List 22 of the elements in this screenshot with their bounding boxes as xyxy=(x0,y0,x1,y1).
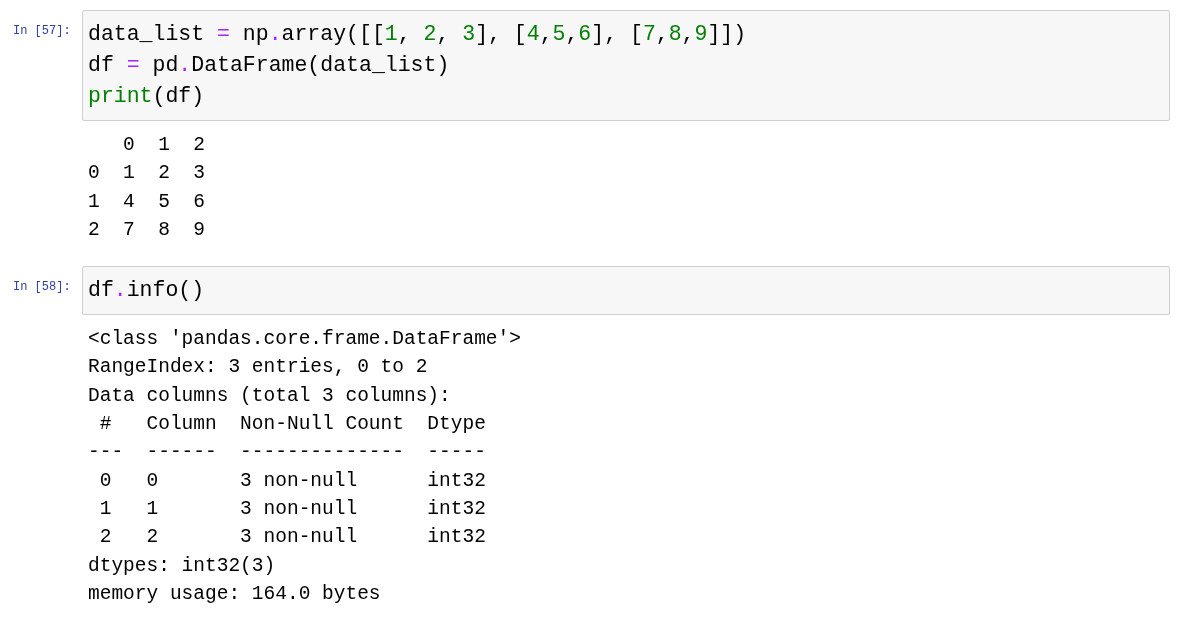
code-cell[interactable]: df.info() xyxy=(82,266,1170,316)
code-cell[interactable]: data_list = np.array([[1, 2, 3], [4,5,6], [7,8,9]]) df = pd.DataFrame(data_list) print(df) xyxy=(82,10,1170,121)
output-line: # Column Non-Null Count Dtype xyxy=(98,412,486,438)
code-line: df.info() xyxy=(88,277,206,305)
output-line: dtypes: int32(3) xyxy=(88,553,276,579)
output-line: 1 1 3 non-null int32 xyxy=(98,496,486,522)
output-line: 0 1 2 3 xyxy=(88,161,206,187)
code-line: print(df) xyxy=(88,83,206,110)
output-line: 0 0 3 non-null int32 xyxy=(98,468,486,494)
output-line: 2 2 3 non-null int32 xyxy=(98,525,486,551)
code-line: df = pd.DataFrame(data_list) xyxy=(88,52,451,79)
output-line: RangeIndex: 3 entries, 0 to 2 xyxy=(88,355,428,381)
input-prompt: In [58]: xyxy=(13,280,71,295)
output-line: 2 7 8 9 xyxy=(88,217,206,243)
code-line: data_list = np.array([[1, 2, 3], [4,5,6], [7,8,9]]) xyxy=(88,21,748,48)
input-prompt: In [57]: xyxy=(13,24,71,38)
output-line: --- ------ -------------- ----- xyxy=(88,440,486,466)
output-line: Data columns (total 3 columns): xyxy=(88,383,451,409)
output-line: <class 'pandas.core.frame.DataFrame'> xyxy=(88,327,521,353)
output-line: memory usage: 164.0 bytes xyxy=(88,581,381,607)
output-line: 0 1 2 xyxy=(122,133,206,158)
output-line: 1 4 5 6 xyxy=(88,189,206,215)
